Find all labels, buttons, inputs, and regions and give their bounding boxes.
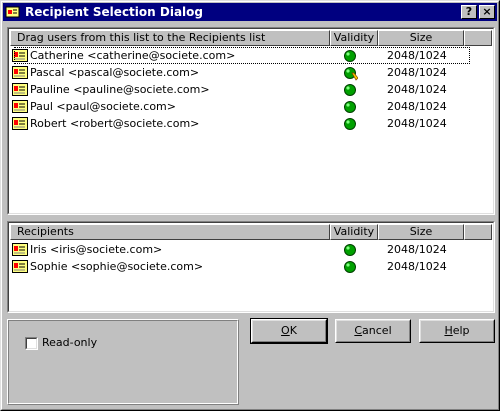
key-size: 2048/1024 (387, 49, 447, 62)
validity-ok-icon (344, 244, 356, 256)
column-header-validity[interactable]: Validity (330, 30, 378, 46)
list-item[interactable]: Pascal <pascal@societe.com> 2048/1024 (10, 64, 498, 81)
key-size: 2048/1024 (387, 83, 447, 96)
user-card-icon (12, 83, 28, 96)
list-item[interactable]: Iris <iris@societe.com> 2048/1024 (10, 241, 498, 258)
title-bar[interactable]: Recipient Selection Dialog ? × (3, 3, 497, 21)
close-button[interactable]: × (479, 5, 495, 19)
list-item[interactable]: Sophie <sophie@societe.com> 2048/1024 (10, 258, 498, 275)
help-button[interactable]: Help (419, 319, 495, 343)
cancel-button[interactable]: Cancel (335, 319, 411, 343)
column-header-validity[interactable]: Validity (330, 224, 378, 240)
validity-ok-icon (344, 101, 356, 113)
window-title: Recipient Selection Dialog (25, 5, 203, 19)
key-size: 2048/1024 (387, 243, 447, 256)
column-header-size[interactable]: Size (378, 30, 464, 46)
user-card-icon (12, 260, 28, 273)
user-name: Pauline <pauline@societe.com> (30, 83, 210, 96)
list-item[interactable]: Robert <robert@societe.com> 2048/1024 (10, 115, 498, 132)
recipients-list[interactable]: Recipients Validity Size Iris <iris@soci… (7, 221, 495, 313)
user-name: Iris <iris@societe.com> (30, 243, 163, 256)
help-button-label: Help (444, 324, 470, 337)
ok-button[interactable]: OK (250, 318, 328, 344)
readonly-checkbox[interactable] (25, 337, 38, 350)
recipient-selection-dialog: Recipient Selection Dialog ? × Drag user… (0, 0, 500, 411)
list-item[interactable]: Pauline <pauline@societe.com> 2048/1024 (10, 81, 498, 98)
column-header-name[interactable]: Drag users from this list to the Recipie… (10, 30, 330, 46)
user-name: Sophie <sophie@societe.com> (30, 260, 204, 273)
user-name: Paul <paul@societe.com> (30, 100, 176, 113)
validity-warning-icon (344, 67, 358, 81)
user-name: Catherine <catherine@societe.com> (30, 49, 236, 62)
user-name: Pascal <pascal@societe.com> (30, 66, 200, 79)
ok-button-label: OK (281, 324, 297, 337)
available-users-list[interactable]: Drag users from this list to the Recipie… (7, 27, 495, 215)
validity-ok-icon (344, 84, 356, 96)
list-item[interactable]: Paul <paul@societe.com> 2048/1024 (10, 98, 498, 115)
validity-ok-icon (344, 50, 356, 62)
key-size: 2048/1024 (387, 260, 447, 273)
key-size: 2048/1024 (387, 100, 447, 113)
readonly-label[interactable]: Read-only (42, 336, 97, 349)
user-card-icon (12, 100, 28, 113)
help-title-button[interactable]: ? (461, 5, 477, 19)
user-name: Robert <robert@societe.com> (30, 117, 200, 130)
user-card-icon (12, 117, 28, 130)
column-header-size[interactable]: Size (378, 224, 464, 240)
column-header-recipients[interactable]: Recipients (10, 224, 330, 240)
options-group: Read-only (7, 319, 239, 405)
user-card-icon (12, 243, 28, 256)
user-card-icon (12, 49, 28, 62)
question-icon: ? (465, 5, 473, 18)
key-size: 2048/1024 (387, 66, 447, 79)
user-card-icon (12, 66, 28, 79)
close-icon: × (482, 5, 492, 18)
cancel-button-label: Cancel (354, 324, 392, 337)
cert-key-icon (5, 6, 20, 18)
column-header-filler (464, 224, 492, 240)
column-header-filler (464, 30, 492, 46)
list-item[interactable]: Catherine <catherine@societe.com> 2048/10… (10, 47, 498, 64)
validity-ok-icon (344, 261, 356, 273)
key-size: 2048/1024 (387, 117, 447, 130)
validity-ok-icon (344, 118, 356, 130)
